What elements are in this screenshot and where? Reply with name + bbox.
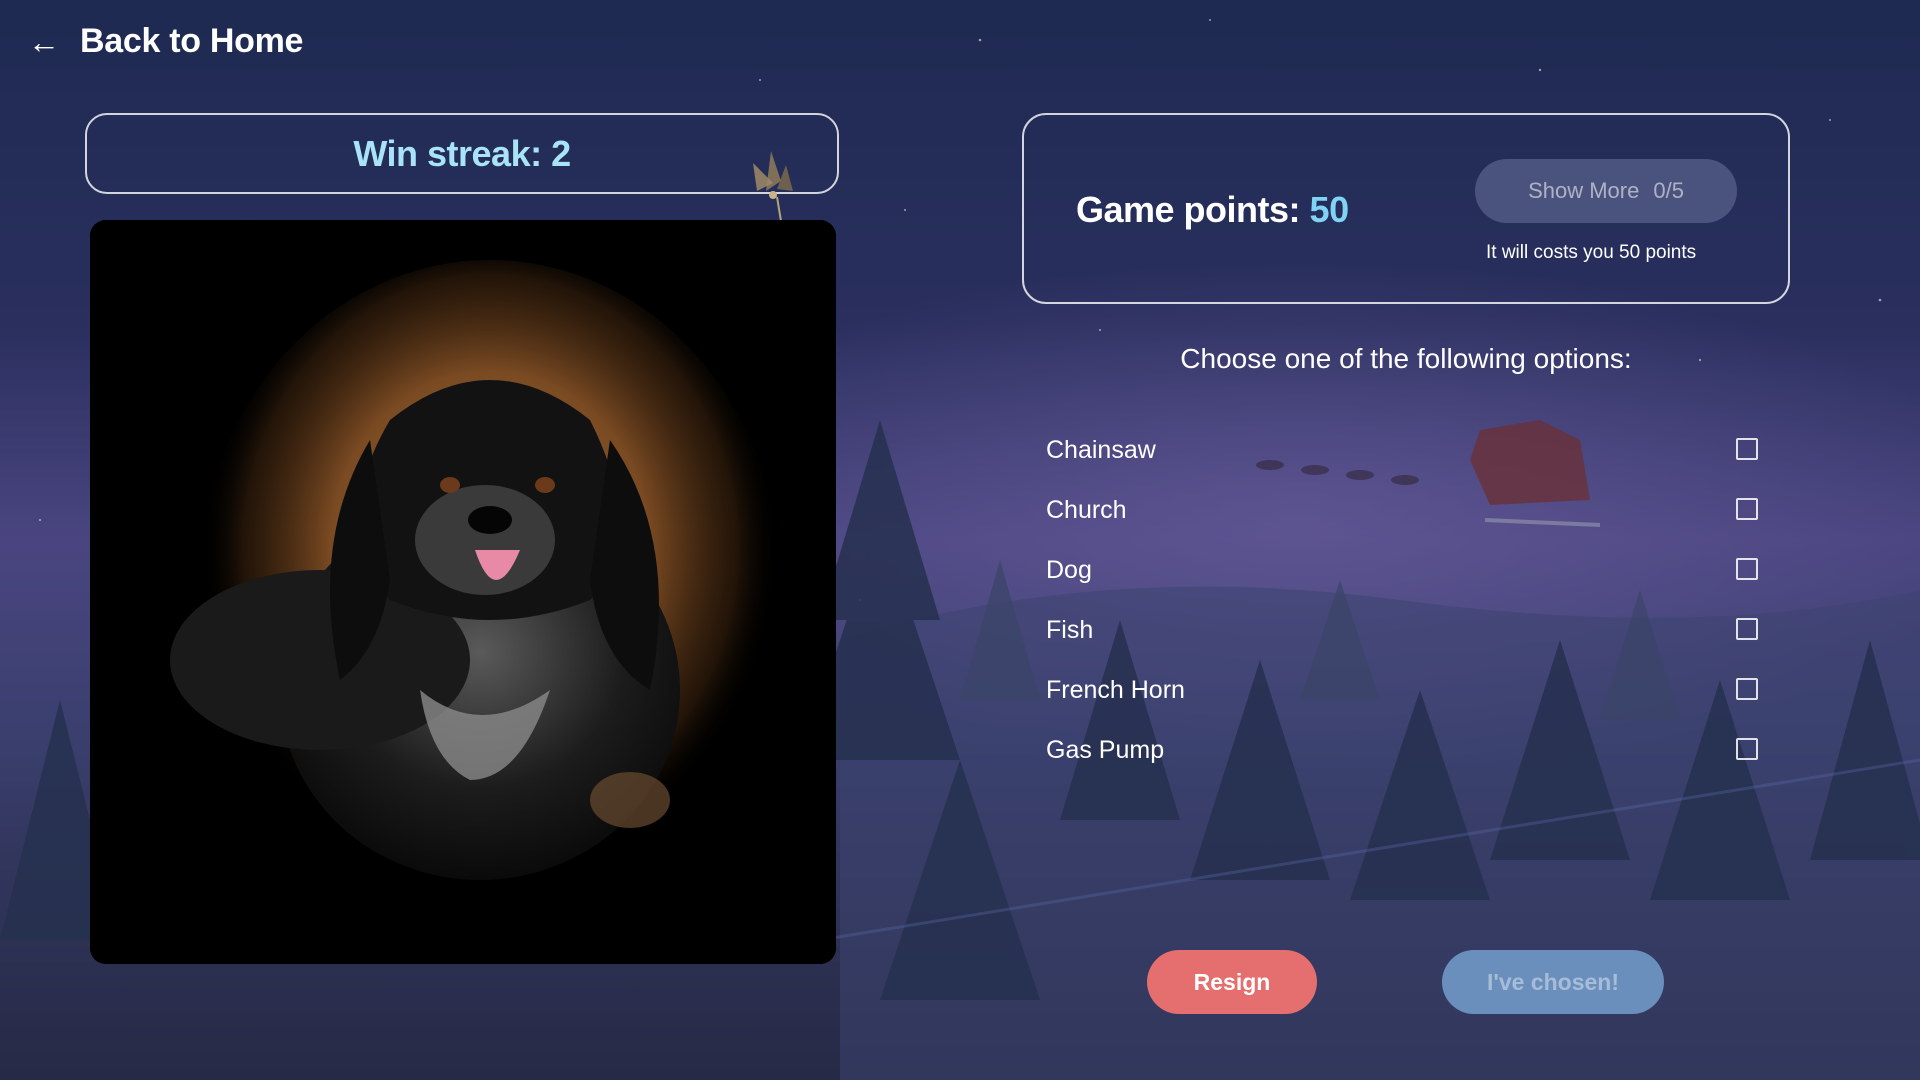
mistletoe-icon [753, 151, 793, 221]
back-to-home-label: Back to Home [80, 22, 304, 60]
option-gas-pump[interactable]: Gas Pump [1046, 720, 1766, 780]
options-prompt: Choose one of the following options: [1180, 343, 1632, 374]
guess-image-panel [90, 220, 836, 964]
option-french-horn[interactable]: French Horn [1046, 660, 1766, 720]
option-label: Church [1046, 495, 1127, 524]
option-checkbox[interactable] [1736, 738, 1758, 760]
show-more-count: 0/5 [1653, 178, 1684, 203]
option-checkbox[interactable] [1736, 438, 1758, 460]
game-points-value: 50 [1309, 189, 1350, 230]
dog-photo [90, 220, 836, 964]
option-checkbox[interactable] [1736, 498, 1758, 520]
cost-note: It will costs you 50 points [1486, 242, 1697, 263]
option-church[interactable]: Church [1046, 480, 1766, 540]
option-checkbox[interactable] [1736, 678, 1758, 700]
show-more-label: Show More [1528, 178, 1640, 203]
show-more-button[interactable]: Show More 0/5 [1475, 159, 1737, 223]
option-chainsaw[interactable]: Chainsaw [1046, 420, 1766, 480]
option-label: Chainsaw [1046, 435, 1156, 464]
option-label: French Horn [1046, 675, 1185, 704]
option-label: Gas Pump [1046, 735, 1165, 764]
win-streak-panel: Win streak: 2 [85, 113, 839, 221]
back-to-home-link[interactable]: ← Back to Home [28, 22, 303, 61]
option-label: Dog [1046, 555, 1092, 584]
option-fish[interactable]: Fish [1046, 600, 1766, 660]
game-points-label: Game points: 50 [1076, 189, 1349, 231]
option-checkbox[interactable] [1736, 558, 1758, 580]
game-points-panel: Game points: 50 Show More 0/5 It will co… [1022, 113, 1790, 304]
options-list: Chainsaw Church Dog Fish French Horn Gas… [1046, 420, 1766, 780]
ive-chosen-button[interactable]: I've chosen! [1442, 950, 1664, 1014]
option-label: Fish [1046, 615, 1094, 644]
resign-button[interactable]: Resign [1147, 950, 1317, 1014]
arrow-left-icon: ← [28, 23, 60, 60]
game-points-title: Game points: [1076, 189, 1301, 230]
win-streak-label: Win streak: 2 [353, 132, 571, 174]
option-dog[interactable]: Dog [1046, 540, 1766, 600]
option-checkbox[interactable] [1736, 618, 1758, 640]
